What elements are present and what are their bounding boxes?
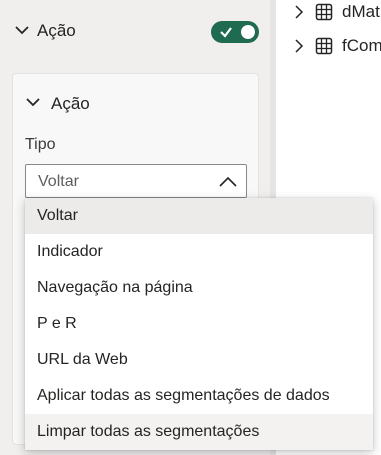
table-name: dMat	[342, 2, 380, 21]
table-icon	[312, 34, 336, 58]
type-dropdown-list: Voltar Indicador Navegação na página P e…	[25, 198, 373, 450]
card-header[interactable]: Ação	[25, 92, 90, 116]
chevron-down-icon	[14, 22, 30, 43]
type-label: Tipo	[25, 136, 56, 153]
option-indicador[interactable]: Indicador	[25, 234, 373, 270]
option-url-da-web[interactable]: URL da Web	[25, 342, 373, 378]
option-navegacao-na-pagina[interactable]: Navegação na página	[25, 270, 373, 306]
option-p-e-r[interactable]: P e R	[25, 306, 373, 342]
type-select[interactable]: Voltar	[25, 164, 247, 198]
card-title: Ação	[51, 94, 90, 113]
action-toggle[interactable]	[211, 21, 259, 43]
chevron-right-icon	[294, 34, 310, 58]
option-aplicar-todas-segmentacoes[interactable]: Aplicar todas as segmentações de dados	[25, 378, 373, 414]
tree-item-table-1[interactable]: fCom	[294, 34, 381, 58]
chevron-up-icon	[218, 174, 238, 195]
action-section-header[interactable]: Ação	[0, 10, 270, 54]
option-voltar[interactable]: Voltar	[25, 198, 373, 234]
chevron-down-icon	[25, 94, 41, 115]
table-icon	[312, 0, 336, 24]
toggle-knob	[241, 25, 255, 39]
section-title: Ação	[37, 21, 76, 40]
table-name: fCom	[342, 36, 381, 55]
tree-item-table-0[interactable]: dMat	[294, 0, 380, 24]
option-limpar-todas-segmentacoes[interactable]: Limpar todas as segmentações	[25, 414, 373, 450]
chevron-right-icon	[294, 0, 310, 24]
checkmark-icon	[219, 25, 233, 44]
type-select-value: Voltar	[38, 173, 79, 190]
